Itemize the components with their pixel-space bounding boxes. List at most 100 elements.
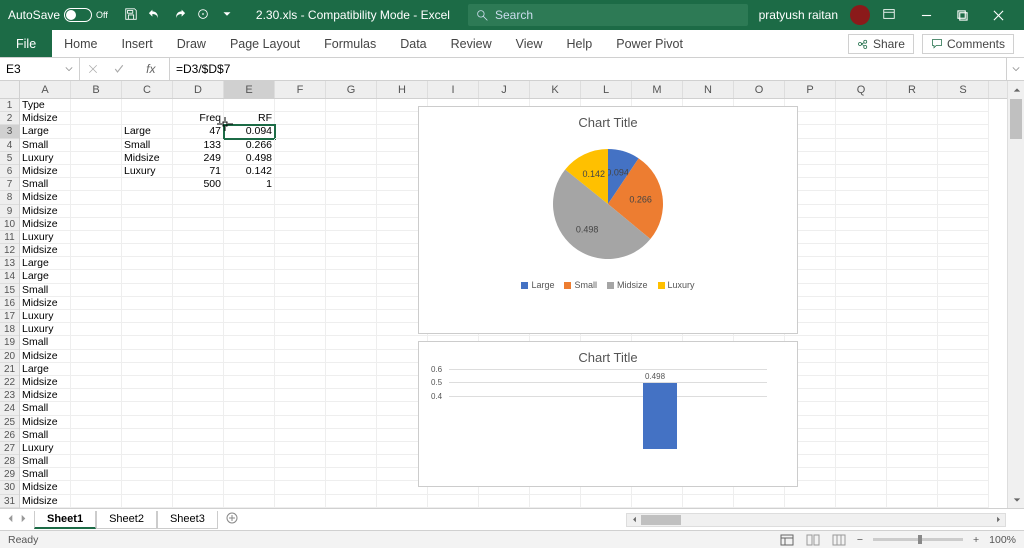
cell[interactable]: Small <box>122 139 173 152</box>
cell[interactable] <box>938 495 989 508</box>
row-header[interactable]: 10 <box>0 218 19 231</box>
cell[interactable] <box>173 257 224 270</box>
cell[interactable] <box>224 310 275 323</box>
cell[interactable]: Midsize <box>20 416 71 429</box>
cell[interactable] <box>785 495 836 508</box>
page-break-view-icon[interactable] <box>831 533 847 547</box>
ribbon-mode-icon[interactable] <box>882 7 896 24</box>
cell[interactable]: Midsize <box>20 165 71 178</box>
cell[interactable] <box>122 310 173 323</box>
cell[interactable] <box>173 481 224 494</box>
cell[interactable] <box>938 350 989 363</box>
cell[interactable] <box>326 257 377 270</box>
sheet-tab[interactable]: Sheet1 <box>34 511 96 529</box>
cell[interactable]: Small <box>20 468 71 481</box>
zoom-out-button[interactable]: − <box>857 534 863 546</box>
cell[interactable] <box>224 244 275 257</box>
cell[interactable] <box>224 495 275 508</box>
cell[interactable] <box>836 231 887 244</box>
pie-chart[interactable]: Chart Title 0.0940.2660.4980.142 LargeSm… <box>418 106 798 334</box>
cell[interactable] <box>275 455 326 468</box>
cell[interactable] <box>122 416 173 429</box>
cell[interactable] <box>71 402 122 415</box>
cell[interactable] <box>275 350 326 363</box>
expand-formula-bar[interactable] <box>1006 58 1024 80</box>
cell[interactable] <box>836 495 887 508</box>
cell[interactable] <box>173 495 224 508</box>
ribbon-tab-data[interactable]: Data <box>388 30 438 57</box>
cell[interactable] <box>836 218 887 231</box>
autosave-toggle[interactable]: AutoSave Off <box>0 8 116 22</box>
row-header[interactable]: 16 <box>0 297 19 310</box>
cell[interactable] <box>224 350 275 363</box>
cell[interactable] <box>326 231 377 244</box>
sheet-nav-prev-icon[interactable] <box>6 514 15 526</box>
cell[interactable] <box>887 257 938 270</box>
cell[interactable] <box>71 284 122 297</box>
row-header[interactable]: 6 <box>0 165 19 178</box>
page-layout-view-icon[interactable] <box>805 533 821 547</box>
cell[interactable] <box>836 284 887 297</box>
cell[interactable] <box>326 481 377 494</box>
comments-button[interactable]: Comments <box>922 34 1014 54</box>
cell[interactable] <box>938 323 989 336</box>
cell[interactable] <box>224 270 275 283</box>
cell[interactable]: Small <box>20 284 71 297</box>
cell[interactable] <box>887 350 938 363</box>
cell[interactable] <box>887 165 938 178</box>
cell[interactable] <box>275 152 326 165</box>
cell[interactable] <box>173 205 224 218</box>
cell[interactable] <box>938 442 989 455</box>
cell[interactable]: 133 <box>173 139 224 152</box>
cell[interactable] <box>224 429 275 442</box>
cell[interactable] <box>122 297 173 310</box>
cell[interactable] <box>71 112 122 125</box>
cell[interactable] <box>938 363 989 376</box>
share-button[interactable]: Share <box>848 34 914 54</box>
vertical-scrollbar[interactable] <box>1007 81 1024 508</box>
cell[interactable] <box>836 165 887 178</box>
cell[interactable] <box>71 495 122 508</box>
cell[interactable] <box>887 495 938 508</box>
cell[interactable] <box>326 178 377 191</box>
cell[interactable] <box>224 481 275 494</box>
column-header[interactable]: R <box>887 81 938 98</box>
cell[interactable] <box>275 389 326 402</box>
cell[interactable] <box>632 495 683 508</box>
cell[interactable] <box>224 442 275 455</box>
cell[interactable] <box>938 297 989 310</box>
cell[interactable] <box>836 191 887 204</box>
column-header[interactable]: S <box>938 81 989 98</box>
cell[interactable] <box>734 495 785 508</box>
cell[interactable] <box>938 310 989 323</box>
cell[interactable]: Luxury <box>20 442 71 455</box>
cell[interactable] <box>122 257 173 270</box>
zoom-slider[interactable] <box>873 538 963 541</box>
ribbon-tab-draw[interactable]: Draw <box>165 30 218 57</box>
cell[interactable] <box>71 416 122 429</box>
cell[interactable] <box>224 191 275 204</box>
cell[interactable] <box>938 336 989 349</box>
row-header[interactable]: 28 <box>0 455 19 468</box>
cell[interactable] <box>275 218 326 231</box>
row-header[interactable]: 13 <box>0 257 19 270</box>
cell[interactable] <box>224 363 275 376</box>
cell[interactable] <box>71 99 122 112</box>
cell[interactable] <box>275 231 326 244</box>
cell[interactable] <box>275 310 326 323</box>
cell[interactable] <box>428 495 479 508</box>
cell[interactable] <box>836 244 887 257</box>
row-header[interactable]: 2 <box>0 112 19 125</box>
cell[interactable]: Midsize <box>20 495 71 508</box>
cell[interactable]: Midsize <box>20 218 71 231</box>
cell[interactable] <box>836 468 887 481</box>
cell[interactable] <box>173 244 224 257</box>
cell[interactable] <box>887 455 938 468</box>
column-header[interactable]: L <box>581 81 632 98</box>
cell[interactable] <box>71 152 122 165</box>
cell[interactable]: Midsize <box>20 112 71 125</box>
cell[interactable] <box>275 125 326 138</box>
cell[interactable]: Small <box>20 178 71 191</box>
cell[interactable] <box>326 350 377 363</box>
cell[interactable]: Luxury <box>20 310 71 323</box>
